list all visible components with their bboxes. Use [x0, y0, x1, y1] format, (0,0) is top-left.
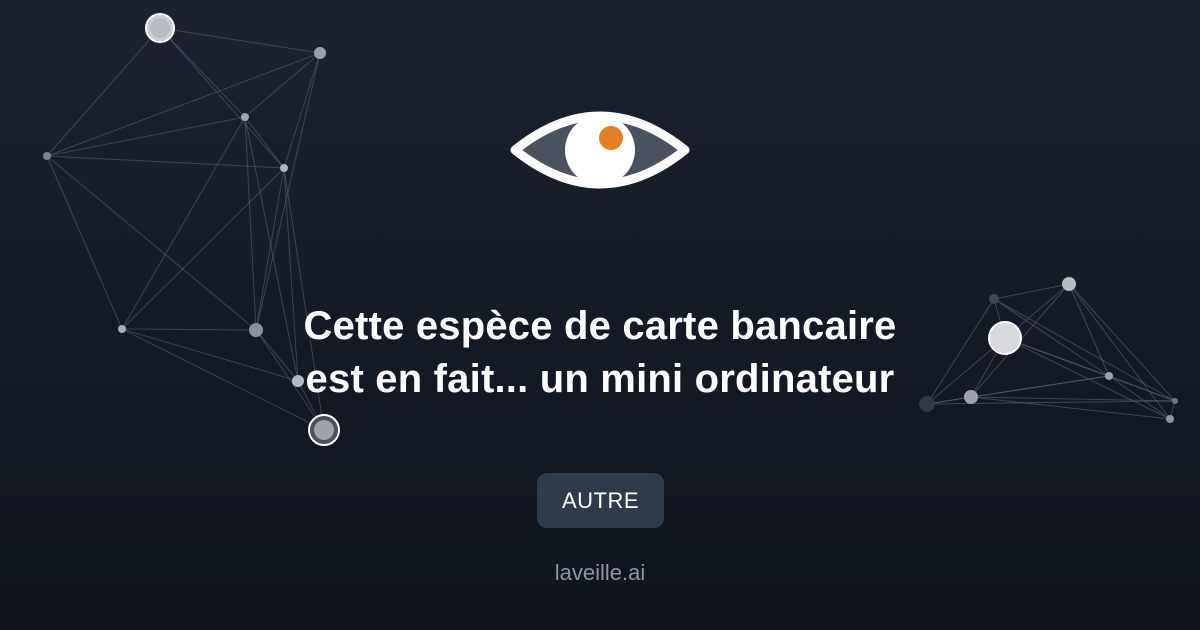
eye-iris [565, 115, 635, 185]
category-tag-button[interactable]: AUTRE [537, 473, 664, 528]
eye-pupil [599, 126, 623, 150]
site-name: laveille.ai [554, 560, 646, 585]
left-network-nodes [43, 13, 340, 446]
eye-icon [510, 111, 690, 189]
right-network [926, 283, 1176, 420]
left-network [46, 27, 325, 431]
article-headline: Cette espèce de carte bancaire est en fa… [303, 304, 897, 401]
